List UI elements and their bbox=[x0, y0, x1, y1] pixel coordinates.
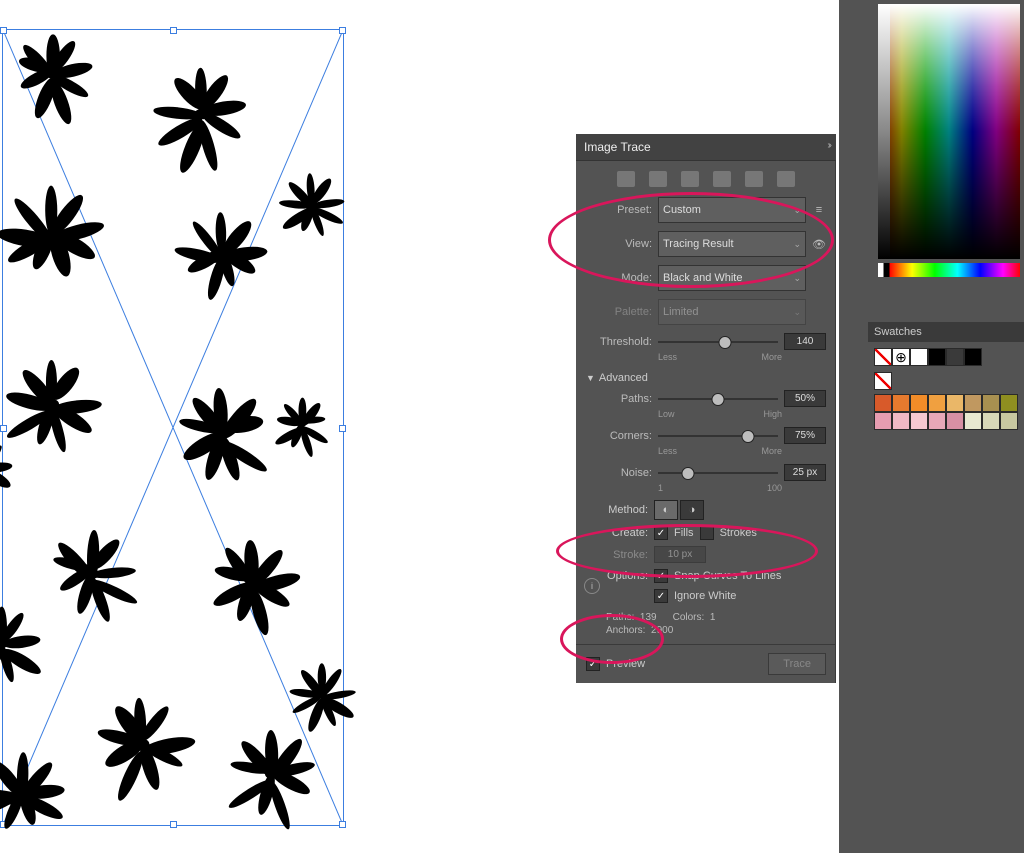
noise-label: Noise: bbox=[586, 467, 652, 479]
preset-thumb[interactable] bbox=[745, 171, 763, 187]
swatch[interactable] bbox=[892, 394, 910, 412]
mode-dropdown[interactable]: Black and White⌄ bbox=[658, 265, 806, 291]
panel-title[interactable]: Image Trace ›› bbox=[576, 134, 836, 161]
stats-row: Paths: 139 Colors: 1 bbox=[576, 606, 836, 625]
handle-bot-mid[interactable] bbox=[170, 821, 177, 828]
panel-footer: Preview Trace bbox=[576, 644, 836, 683]
palette-label: Palette: bbox=[586, 306, 652, 318]
swatches-grid: ⊕ bbox=[868, 342, 1024, 436]
swatch[interactable] bbox=[892, 412, 910, 430]
swatch[interactable] bbox=[1000, 394, 1018, 412]
mode-row: Mode: Black and White⌄ bbox=[576, 261, 836, 295]
handle-top-mid[interactable] bbox=[170, 27, 177, 34]
preset-menu-icon[interactable]: ≡ bbox=[812, 204, 826, 216]
corners-value[interactable]: 75% bbox=[784, 427, 826, 444]
preset-label: Preset: bbox=[586, 204, 652, 216]
paths-slider[interactable] bbox=[658, 392, 778, 406]
preset-thumb[interactable] bbox=[713, 171, 731, 187]
image-trace-panel: Image Trace ›› Preset: Custom⌄ ≡ View: T… bbox=[576, 134, 836, 683]
swatch[interactable] bbox=[982, 394, 1000, 412]
paths-value[interactable]: 50% bbox=[784, 390, 826, 407]
preset-thumb[interactable] bbox=[649, 171, 667, 187]
threshold-slider[interactable] bbox=[658, 335, 778, 349]
swatch[interactable] bbox=[928, 394, 946, 412]
corners-label: Corners: bbox=[586, 430, 652, 442]
method-label: Method: bbox=[588, 504, 648, 516]
panel-title-text: Image Trace bbox=[584, 140, 651, 154]
stroke-label: Stroke: bbox=[588, 549, 648, 561]
threshold-row: Threshold: 140 bbox=[576, 329, 836, 354]
panel-expand-icon[interactable]: ›› bbox=[827, 140, 830, 151]
swatch[interactable] bbox=[946, 348, 964, 366]
handle-mid-left[interactable] bbox=[0, 425, 7, 432]
threshold-value[interactable]: 140 bbox=[784, 333, 826, 350]
handle-mid-right[interactable] bbox=[339, 425, 346, 432]
swatch[interactable] bbox=[928, 412, 946, 430]
fills-checkbox[interactable] bbox=[654, 526, 668, 540]
corners-slider[interactable] bbox=[658, 429, 778, 443]
swatch-none[interactable] bbox=[874, 348, 892, 366]
ignore-white-checkbox[interactable] bbox=[654, 589, 668, 603]
swatch[interactable] bbox=[946, 412, 964, 430]
swatch[interactable] bbox=[874, 394, 892, 412]
view-label: View: bbox=[586, 238, 652, 250]
handle-top-left[interactable] bbox=[0, 27, 7, 34]
swatch-none[interactable] bbox=[874, 372, 892, 390]
disclosure-triangle-icon: ▼ bbox=[586, 373, 595, 383]
handle-top-right[interactable] bbox=[339, 27, 346, 34]
swatch-registration[interactable]: ⊕ bbox=[892, 348, 910, 366]
preset-thumb[interactable] bbox=[681, 171, 699, 187]
preset-row: Preset: Custom⌄ ≡ bbox=[576, 193, 836, 227]
palette-dropdown: Limited⌄ bbox=[658, 299, 806, 325]
swatch[interactable] bbox=[910, 394, 928, 412]
swatch[interactable] bbox=[874, 412, 892, 430]
snap-checkbox[interactable] bbox=[654, 569, 668, 583]
method-abutting[interactable]: ◐ bbox=[654, 500, 678, 520]
preset-thumb-row bbox=[576, 161, 836, 193]
swatch[interactable] bbox=[982, 412, 1000, 430]
swatch[interactable] bbox=[910, 412, 928, 430]
preset-thumb[interactable] bbox=[617, 171, 635, 187]
view-row: View: Tracing Result⌄ 👁 bbox=[576, 227, 836, 261]
advanced-header[interactable]: ▼Advanced bbox=[576, 366, 836, 386]
swatch[interactable] bbox=[928, 348, 946, 366]
swatch[interactable] bbox=[964, 394, 982, 412]
swatch[interactable] bbox=[946, 394, 964, 412]
preview-checkbox[interactable] bbox=[586, 657, 600, 671]
threshold-label: Threshold: bbox=[586, 336, 652, 348]
swatches-panel: Swatches ⊕ bbox=[868, 322, 1024, 436]
preset-thumb[interactable] bbox=[777, 171, 795, 187]
stats-row-2: Anchors: 2900 bbox=[576, 625, 836, 644]
view-dropdown[interactable]: Tracing Result⌄ bbox=[658, 231, 806, 257]
view-eye-icon[interactable]: 👁 bbox=[812, 238, 826, 251]
mode-label: Mode: bbox=[586, 272, 652, 284]
trace-button: Trace bbox=[768, 653, 826, 675]
handle-bot-right[interactable] bbox=[339, 821, 346, 828]
preset-dropdown[interactable]: Custom⌄ bbox=[658, 197, 806, 223]
canvas[interactable] bbox=[0, 4, 360, 840]
swatch[interactable] bbox=[910, 348, 928, 366]
method-toggle: ◐ ◑ bbox=[654, 500, 704, 520]
preview-label: Preview bbox=[606, 658, 645, 670]
swatch[interactable] bbox=[964, 348, 982, 366]
stroke-value: 10 px bbox=[654, 546, 706, 563]
noise-value[interactable]: 25 px bbox=[784, 464, 826, 481]
palette-row: Palette: Limited⌄ bbox=[576, 295, 836, 329]
paths-label: Paths: bbox=[586, 393, 652, 405]
strokes-checkbox[interactable] bbox=[700, 526, 714, 540]
swatch[interactable] bbox=[1000, 412, 1018, 430]
color-panel bbox=[878, 4, 1020, 294]
hue-strip[interactable] bbox=[878, 263, 1020, 277]
color-spectrum[interactable] bbox=[878, 4, 1020, 259]
swatch[interactable] bbox=[964, 412, 982, 430]
noise-slider[interactable] bbox=[658, 466, 778, 480]
create-label: Create: bbox=[588, 527, 648, 539]
info-icon: i bbox=[584, 578, 600, 594]
swatches-title: Swatches bbox=[868, 322, 1024, 342]
method-overlapping[interactable]: ◑ bbox=[680, 500, 704, 520]
